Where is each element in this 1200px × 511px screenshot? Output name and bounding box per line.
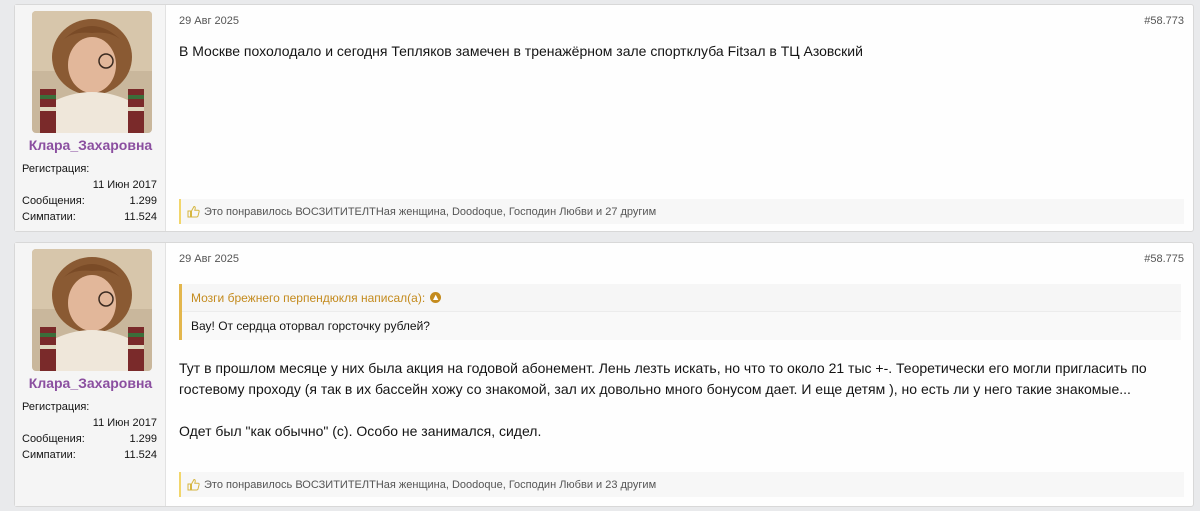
- quote-author[interactable]: Мозги брежнего перпендюкля написал(а):: [191, 284, 425, 312]
- registration-label: Регистрация:: [22, 401, 90, 413]
- user-stats: Регистрация: 11 Июн 2017 Сообщения: 1.29…: [22, 399, 157, 463]
- likes-bar: Это понравилось ВОСЗИТИТЕЛТНая женщина, …: [179, 472, 1184, 497]
- post-58775: Клара_Захаровна Регистрация: 11 Июн 2017…: [14, 242, 1194, 507]
- stat-messages-row: Сообщения: 1.299: [22, 431, 157, 447]
- likes-text[interactable]: Это понравилось ВОСЗИТИТЕЛТНая женщина, …: [204, 479, 656, 491]
- stat-registration-value-row: 11 Июн 2017: [22, 177, 157, 193]
- messages-label: Сообщения:: [22, 195, 85, 207]
- quote-block: Мозги брежнего перпендюкля написал(а): ▲…: [179, 284, 1181, 340]
- likes-bar: Это понравилось ВОСЗИТИТЕЛТНая женщина, …: [179, 199, 1184, 224]
- stat-registration-label-row: Регистрация:: [22, 161, 157, 177]
- post-paragraph: Одет был "как обычно" (с). Особо не зани…: [179, 423, 542, 439]
- stat-registration-value-row: 11 Июн 2017: [22, 415, 157, 431]
- messages-count[interactable]: 1.299: [129, 193, 157, 209]
- user-info-panel: Клара_Захаровна Регистрация: 11 Июн 2017…: [15, 243, 166, 506]
- sympathy-count: 11.524: [124, 211, 157, 223]
- messages-label: Сообщения:: [22, 433, 85, 445]
- post-number[interactable]: #58.773: [1144, 15, 1184, 27]
- sympathy-label: Симпатии:: [22, 449, 76, 461]
- sympathy-label: Симпатии:: [22, 211, 76, 223]
- avatar[interactable]: [32, 249, 152, 371]
- quote-header[interactable]: Мозги брежнего перпендюкля написал(а): ▲: [182, 284, 1181, 312]
- post-text: Тут в прошлом месяце у них была акция на…: [179, 358, 1173, 442]
- post-number[interactable]: #58.775: [1144, 253, 1184, 265]
- arrow-up-circle-icon[interactable]: ▲: [430, 292, 442, 303]
- sympathy-count: 11.524: [124, 449, 157, 461]
- stat-sympathy-row: Симпатии: 11.524: [22, 447, 157, 463]
- likes-text[interactable]: Это понравилось ВОСЗИТИТЕЛТНая женщина, …: [204, 206, 656, 218]
- registration-date: 11 Июн 2017: [92, 179, 157, 191]
- registration-label: Регистрация:: [22, 163, 90, 175]
- user-info-panel: Клара_Захаровна Регистрация: 11 Июн 2017…: [15, 5, 166, 231]
- post-date[interactable]: 29 Авг 2025: [179, 253, 239, 265]
- thumbs-up-icon: [187, 478, 200, 491]
- messages-count[interactable]: 1.299: [129, 431, 157, 447]
- post-content: 29 Авг 2025 #58.773 В Москве похолодало …: [166, 5, 1193, 231]
- registration-date: 11 Июн 2017: [92, 417, 157, 429]
- user-stats: Регистрация: 11 Июн 2017 Сообщения: 1.29…: [22, 161, 157, 225]
- post-paragraph: Тут в прошлом месяце у них была акция на…: [179, 360, 1147, 397]
- post-content: 29 Авг 2025 #58.775 Мозги брежнего перпе…: [166, 243, 1193, 506]
- stat-messages-row: Сообщения: 1.299: [22, 193, 157, 209]
- username[interactable]: Клара_Захаровна: [15, 375, 166, 391]
- post-58773: Клара_Захаровна Регистрация: 11 Июн 2017…: [14, 4, 1194, 232]
- avatar[interactable]: [32, 11, 152, 133]
- username[interactable]: Клара_Захаровна: [15, 137, 166, 153]
- post-date[interactable]: 29 Авг 2025: [179, 15, 239, 27]
- thumbs-up-icon: [187, 205, 200, 218]
- post-text: В Москве похолодало и сегодня Тепляков з…: [179, 43, 863, 59]
- stat-registration-label-row: Регистрация:: [22, 399, 157, 415]
- stat-sympathy-row: Симпатии: 11.524: [22, 209, 157, 225]
- quote-text: Вау! От сердца оторвал горсточку рублей?: [182, 312, 1181, 340]
